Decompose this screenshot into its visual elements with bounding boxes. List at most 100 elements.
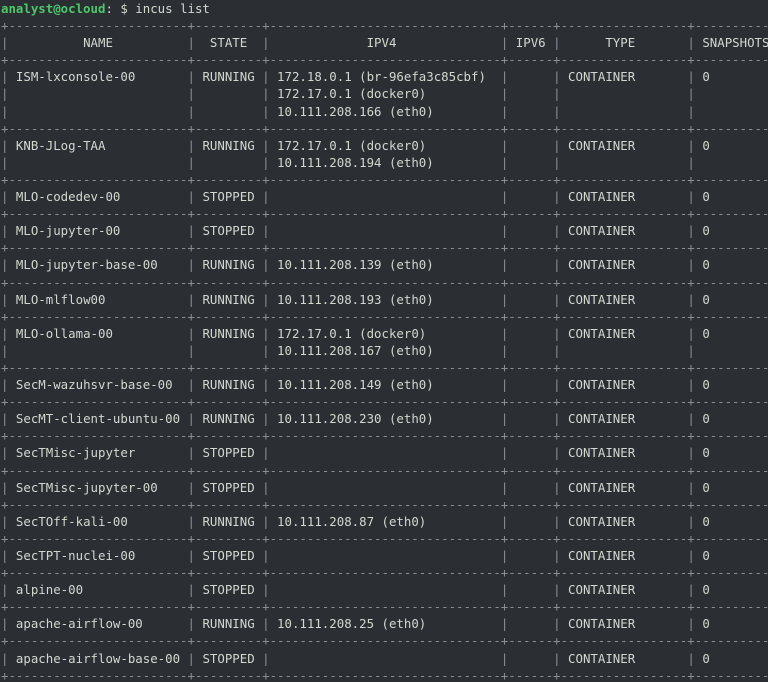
table-separator: +------------------------+---------+----…: [1, 120, 768, 136]
cell-state: RUNNING: [194, 325, 263, 341]
cell-ipv4: IPV4: [269, 35, 501, 51]
cell-snapshots: 0: [702, 291, 710, 307]
table-separator: +------------------------+---------+----…: [1, 394, 768, 410]
cell-state: STATE: [194, 35, 263, 51]
cell-ipv4: 10.111.208.87 (eth0): [269, 513, 501, 529]
cell-snapshots: 0: [702, 69, 710, 85]
cell-type: CONTAINER: [560, 189, 688, 205]
cell-snapshots: [695, 104, 768, 119]
table-separator: +------------------------+---------+----…: [1, 667, 768, 682]
cell-ipv4: 10.111.208.25 (eth0): [269, 616, 501, 632]
cell-ipv6: [508, 138, 553, 153]
table-row: | SecM-wazuhsvr-base-00 | RUNNING | 10.1…: [1, 376, 768, 393]
cell-name: SecTPT-nuclei-00: [8, 548, 188, 563]
cell-ipv6: [508, 86, 553, 101]
cell-ipv4: 10.111.208.166 (eth0): [269, 103, 501, 119]
cell-state: [195, 104, 262, 119]
cell-state: [195, 155, 262, 170]
table-separator: +------------------------+---------+----…: [1, 274, 768, 290]
cell-state: STOPPED: [194, 189, 263, 205]
cell-type: [561, 343, 688, 358]
cell-state: RUNNING: [194, 377, 263, 393]
table-separator: +------------------------+---------+----…: [1, 308, 768, 324]
cell-ipv6: [508, 514, 553, 529]
terminal-window[interactable]: analyst@ocloud: $ incus list +----------…: [0, 0, 768, 682]
cell-name: SecTMisc-jupyter-00: [8, 479, 188, 495]
cell-snapshots: 0: [702, 479, 710, 495]
cell-ipv4: [270, 223, 501, 238]
cell-state: STOPPED: [194, 223, 263, 239]
cell-ipv6: [508, 343, 553, 358]
cell-type: TYPE: [560, 35, 688, 51]
cell-type: [561, 104, 688, 119]
cell-ipv4: [270, 480, 501, 495]
table-separator: +------------------------+---------+----…: [1, 633, 768, 649]
cell-ipv4: [270, 651, 501, 666]
cell-ipv4: 10.111.208.167 (eth0): [269, 342, 501, 358]
cell-ipv4: 172.17.0.1 (docker0): [269, 137, 501, 153]
cell-ipv6: IPV6: [508, 35, 554, 51]
cell-ipv4: 172.17.0.1 (docker0): [269, 86, 501, 102]
table-row: | KNB-JLog-TAA | RUNNING | 172.17.0.1 (d…: [1, 137, 768, 154]
cell-name: MLO-mlflow00: [8, 291, 188, 307]
table-separator: +------------------------+---------+----…: [1, 52, 768, 68]
table-row: | MLO-codedev-00 | STOPPED | | | CONTAIN…: [1, 188, 768, 205]
cell-ipv4: [270, 445, 501, 460]
cell-snapshots: 0: [702, 616, 710, 632]
table-separator: +------------------------+---------+----…: [1, 565, 768, 581]
cell-snapshots: 0: [702, 548, 710, 563]
cell-snapshots: [695, 86, 768, 101]
table-separator: +------------------------+---------+----…: [1, 496, 768, 512]
cell-type: CONTAINER: [560, 377, 688, 393]
prompt-command: incus list: [135, 1, 210, 16]
cell-name: SecTMisc-jupyter: [8, 445, 188, 461]
cell-type: [561, 155, 688, 170]
cell-snapshots: 0: [702, 325, 710, 341]
table-row: | | | 172.17.0.1 (docker0) | | | |: [1, 85, 768, 102]
cell-snapshots: 0: [702, 582, 710, 598]
cell-ipv4: 10.111.208.193 (eth0): [269, 291, 501, 307]
cell-snapshots: 0: [702, 411, 710, 427]
cell-name: [8, 104, 187, 119]
table-row: | MLO-jupyter-base-00 | RUNNING | 10.111…: [1, 256, 768, 273]
cell-snapshots: [695, 155, 768, 170]
cell-type: CONTAINER: [560, 445, 688, 461]
cell-ipv6: [508, 223, 553, 238]
cell-type: CONTAINER: [560, 325, 688, 341]
cell-ipv6: [508, 548, 553, 563]
table-separator: +------------------------+---------+----…: [1, 206, 768, 222]
cell-ipv4: 172.17.0.1 (docker0): [269, 325, 501, 341]
table-separator: +------------------------+---------+----…: [1, 171, 768, 187]
cell-state: [195, 86, 262, 101]
prompt-user-host: analyst@ocloud: [1, 1, 106, 16]
cell-state: STOPPED: [194, 650, 263, 666]
cell-state: RUNNING: [194, 411, 263, 427]
cell-ipv6: [508, 616, 553, 631]
cell-snapshots: [695, 343, 768, 358]
cell-snapshots: 0: [702, 257, 710, 273]
cell-type: CONTAINER: [560, 616, 688, 632]
cell-ipv6: [508, 69, 553, 84]
prompt-colon: :: [105, 1, 113, 16]
cell-name: alpine-00: [8, 582, 188, 598]
cell-state: RUNNING: [194, 291, 263, 307]
table-row: | | | 10.111.208.194 (eth0) | | | |: [1, 154, 768, 171]
cell-name: MLO-ollama-00: [8, 325, 188, 341]
table-separator: +------------------------+---------+----…: [1, 240, 768, 256]
table-row: | SecMT-client-ubuntu-00 | RUNNING | 10.…: [1, 410, 768, 427]
cell-ipv6: [508, 257, 553, 272]
cell-name: SecM-wazuhsvr-base-00: [8, 377, 188, 393]
cell-ipv6: [508, 155, 553, 170]
cell-name: SecMT-client-ubuntu-00: [8, 411, 188, 427]
cell-type: CONTAINER: [560, 411, 688, 427]
table-row: | MLO-jupyter-00 | STOPPED | | | CONTAIN…: [1, 222, 768, 239]
cell-state: STOPPED: [194, 582, 263, 598]
table-separator: +------------------------+---------+----…: [1, 599, 768, 615]
cell-state: RUNNING: [194, 513, 263, 529]
cell-snapshots: 0: [702, 137, 710, 153]
cell-name: MLO-jupyter-base-00: [8, 257, 188, 273]
cell-name: apache-airflow-base-00: [8, 650, 188, 666]
cell-type: CONTAINER: [560, 137, 688, 153]
cell-snapshots: SNAPSHOTS: [702, 35, 768, 51]
cell-snapshots: 0: [702, 650, 710, 666]
